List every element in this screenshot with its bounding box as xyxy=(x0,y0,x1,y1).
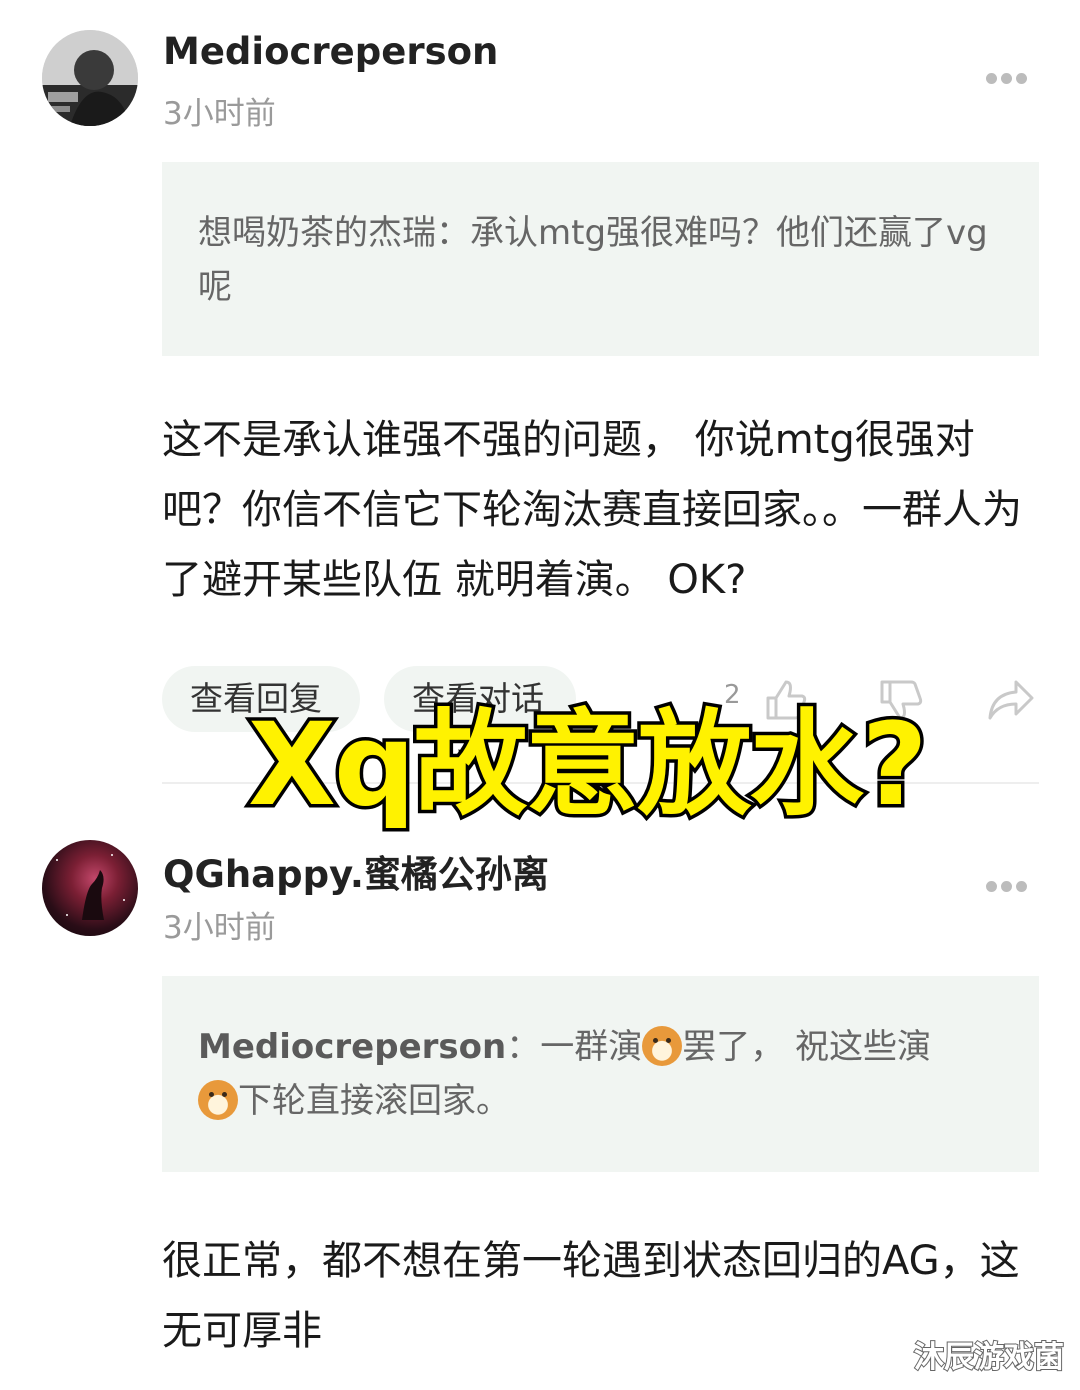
quote-author: Mediocreperson xyxy=(198,1027,507,1067)
dog-emoji xyxy=(198,1080,238,1120)
quoted-comment[interactable]: Mediocreperson：一群演 罢了， 祝这些演下轮直接滚回家。 xyxy=(162,976,1039,1172)
overlay-title: Xq故意放水? xyxy=(245,695,932,835)
watermark: 沐辰游戏菌 xyxy=(913,1339,1065,1376)
avatar[interactable] xyxy=(42,840,138,936)
username[interactable]: Mediocreperson xyxy=(163,30,498,73)
more-icon[interactable] xyxy=(986,73,1028,85)
username[interactable]: QGhappy.蜜橘公孙离 xyxy=(163,844,549,898)
more-icon[interactable] xyxy=(986,881,1028,893)
comment-body: 这不是承认谁强不强的问题， 你说mtg很强对吧？你信不信它下轮淘汰赛直接回家。。… xyxy=(162,417,1022,603)
quote-text: ：一群演 xyxy=(506,1027,643,1067)
avatar[interactable] xyxy=(42,30,138,126)
quote-text: 罢了， 祝这些演 xyxy=(682,1027,932,1067)
timestamp: 3小时前 xyxy=(163,96,276,132)
quote-author: 想喝奶茶的杰瑞 xyxy=(198,213,436,253)
share-icon[interactable] xyxy=(984,672,1038,726)
dog-emoji xyxy=(642,1026,683,1066)
quote-text: 下轮直接滚回家。 xyxy=(238,1081,510,1121)
quoted-comment[interactable]: 想喝奶茶的杰瑞：承认mtg强很难吗？他们还赢了vg呢 xyxy=(162,162,1039,356)
comment-2: QGhappy.蜜橘公孙离 3小时前 Mediocreperson：一群演 罢了，… xyxy=(0,808,1080,1390)
timestamp: 3小时前 xyxy=(163,910,276,946)
